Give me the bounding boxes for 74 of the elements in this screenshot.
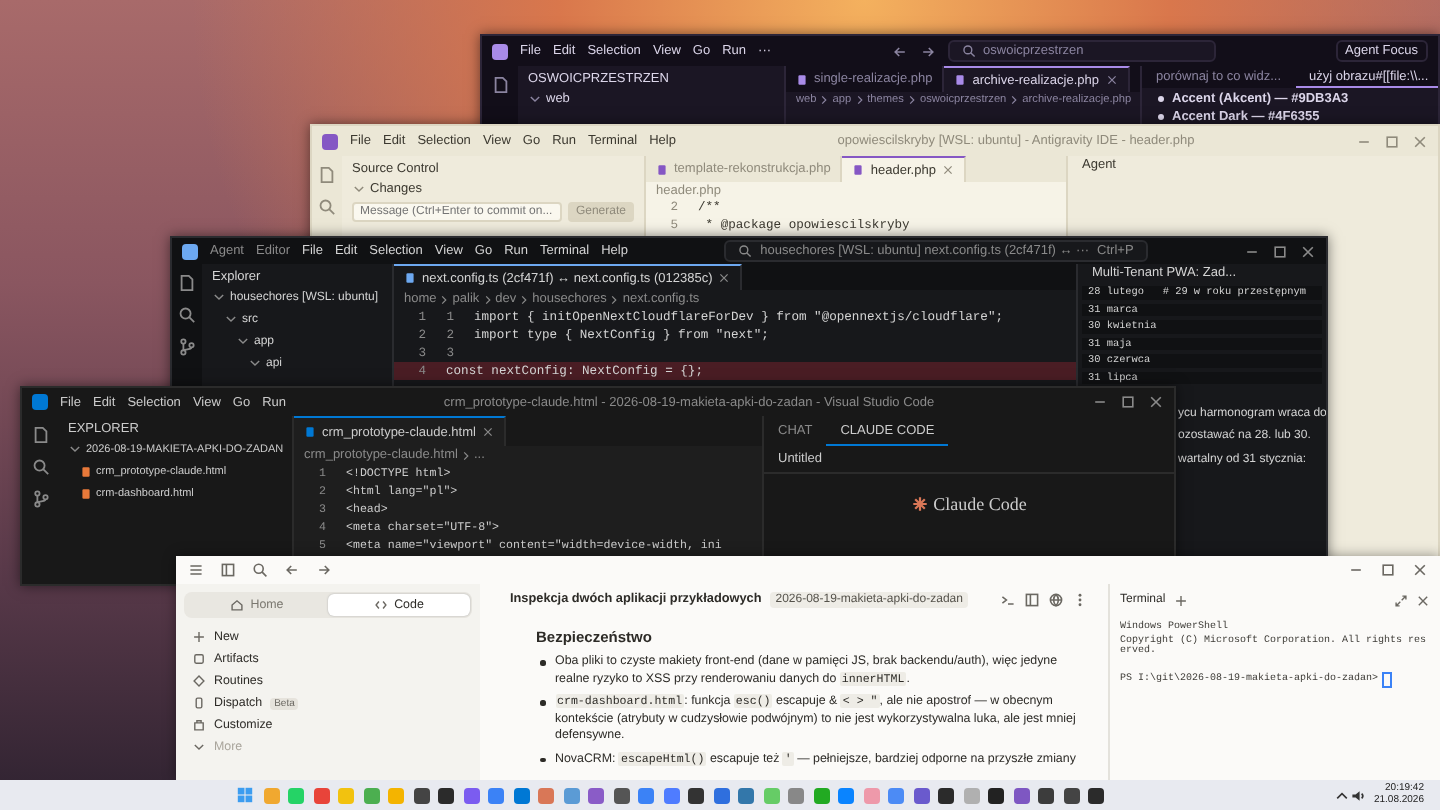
files-icon[interactable] — [491, 76, 509, 94]
branch-icon[interactable] — [178, 338, 196, 356]
file-icon — [796, 73, 808, 85]
menu-icon[interactable] — [188, 562, 204, 578]
plus-icon — [192, 630, 206, 645]
app-logo-icon — [322, 133, 338, 149]
square-icon — [192, 652, 206, 667]
chevron-up-icon[interactable] — [1333, 787, 1350, 803]
close-icon[interactable] — [481, 426, 494, 438]
app-logo-icon — [492, 43, 508, 59]
code-brackets-icon — [374, 598, 389, 612]
maximize-icon[interactable] — [1120, 394, 1137, 410]
logo-text: Claude Code — [933, 494, 1027, 514]
bullet-icon — [540, 660, 545, 665]
plus-icon[interactable] — [1173, 593, 1188, 607]
forward-arrow-icon[interactable] — [316, 562, 332, 578]
app-logo-icon — [32, 394, 48, 410]
bullet-icon — [540, 757, 545, 762]
close-icon[interactable] — [941, 164, 954, 176]
maximize-icon[interactable] — [1272, 243, 1288, 259]
chevron-icon — [192, 740, 206, 755]
diamond-icon — [192, 674, 206, 689]
files-icon[interactable] — [31, 426, 49, 444]
search-icon[interactable] — [318, 198, 336, 216]
chevron-icon — [481, 293, 494, 305]
maximize-icon[interactable] — [1380, 562, 1396, 578]
terminal-icon[interactable] — [1000, 591, 1016, 607]
phone-icon — [192, 696, 206, 711]
search-icon — [961, 44, 976, 58]
maximize-icon[interactable] — [1384, 133, 1401, 149]
sidebar-toggle-icon[interactable] — [220, 562, 236, 578]
start-icon[interactable] — [236, 786, 255, 804]
bullet-icon — [1158, 96, 1164, 102]
files-icon[interactable] — [178, 274, 196, 292]
cursor-icon — [1382, 671, 1393, 687]
close-icon[interactable] — [1412, 133, 1429, 149]
chevron-icon — [905, 94, 918, 106]
file-icon — [304, 426, 316, 438]
search-icon — [738, 244, 753, 258]
file-icon — [852, 164, 865, 176]
chevron-icon — [608, 293, 621, 305]
app-logo-icon — [182, 243, 198, 259]
files-icon[interactable] — [318, 166, 336, 184]
file-icon — [656, 163, 668, 175]
split-view-icon[interactable] — [1024, 591, 1040, 607]
asterisk-logo-icon — [911, 496, 928, 512]
bag-icon — [192, 718, 206, 733]
close-icon[interactable] — [1300, 243, 1316, 259]
expand-icon[interactable] — [1394, 593, 1408, 607]
close-icon[interactable] — [1105, 74, 1117, 86]
close-icon[interactable] — [718, 272, 731, 284]
close-icon[interactable] — [1412, 562, 1428, 578]
back-arrow-icon[interactable] — [284, 562, 300, 578]
chevron-icon — [459, 449, 472, 461]
globe-icon[interactable] — [1048, 591, 1064, 607]
branch-icon[interactable] — [31, 490, 49, 508]
close-icon[interactable] — [1416, 593, 1430, 607]
chevron-icon — [818, 94, 831, 106]
bullet-icon — [540, 700, 545, 705]
chevron-icon — [518, 293, 531, 305]
search-icon[interactable] — [31, 458, 49, 476]
search-icon[interactable] — [252, 562, 268, 578]
file-icon — [954, 74, 967, 86]
chevron-icon — [1008, 94, 1021, 106]
chevron-icon — [438, 293, 451, 305]
search-icon[interactable] — [178, 306, 196, 324]
speaker-icon[interactable] — [1349, 787, 1366, 803]
forward-arrow-icon[interactable] — [919, 43, 936, 59]
file-icon — [404, 272, 416, 284]
house-icon — [230, 598, 245, 612]
chevron-icon — [853, 94, 866, 106]
bullet-icon — [1158, 114, 1164, 120]
back-arrow-icon[interactable] — [891, 43, 908, 59]
close-icon[interactable] — [1148, 394, 1165, 410]
